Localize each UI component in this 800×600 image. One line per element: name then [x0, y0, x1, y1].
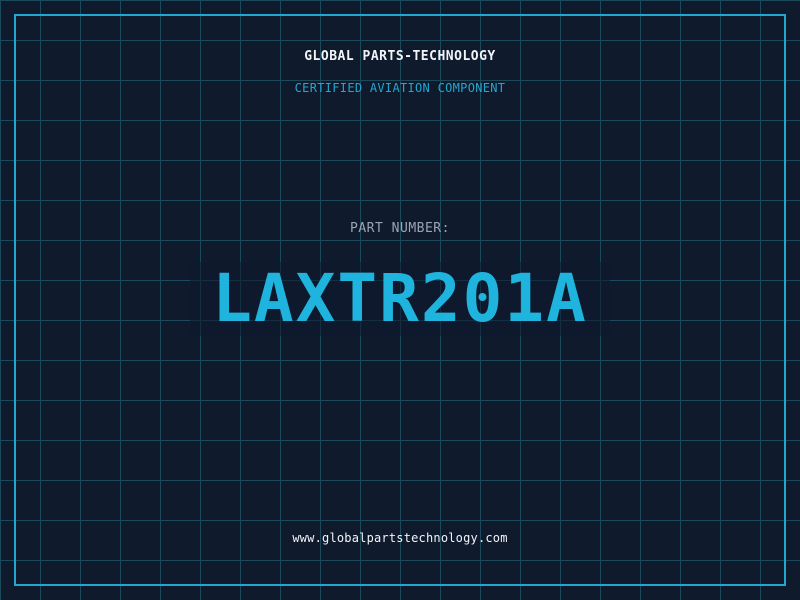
- part-number-value: LAXTR201A: [190, 262, 610, 336]
- part-number-label: PART NUMBER:: [350, 221, 450, 236]
- brand-tagline: CERTIFIED AVIATION COMPONENT: [294, 81, 506, 95]
- website-url: www.globalpartstechnology.com: [292, 531, 508, 545]
- label-card: GLOBAL PARTS-TECHNOLOGY CERTIFIED AVIATI…: [0, 0, 800, 600]
- brand-name: GLOBAL PARTS-TECHNOLOGY: [304, 49, 496, 64]
